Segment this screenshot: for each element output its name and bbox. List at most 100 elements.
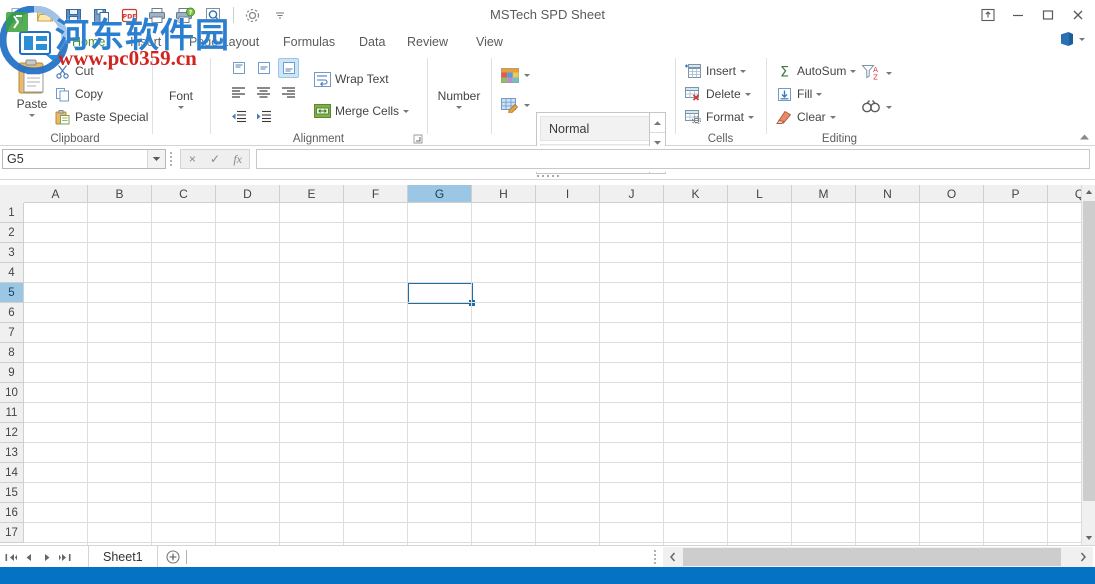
align-left-button[interactable] <box>228 82 249 102</box>
print-icon[interactable] <box>144 3 170 27</box>
column-header-i[interactable]: I <box>536 185 600 203</box>
cut-button[interactable]: Cut <box>52 60 94 82</box>
cell-styles-button[interactable] <box>500 94 530 116</box>
name-box[interactable]: G5 <box>2 149 166 169</box>
cell-area[interactable] <box>24 203 1081 545</box>
column-header-g[interactable]: G <box>408 185 472 203</box>
scroll-down-icon[interactable] <box>1082 531 1095 545</box>
row-header-8[interactable]: 8 <box>0 343 24 363</box>
scroll-right-icon[interactable] <box>1073 547 1093 567</box>
first-sheet-icon[interactable] <box>2 548 20 566</box>
number-button[interactable]: Number <box>433 88 485 109</box>
column-header-k[interactable]: K <box>664 185 728 203</box>
copy-button[interactable]: Copy <box>52 83 103 105</box>
wrap-text-button[interactable]: Wrap Text <box>312 68 389 90</box>
close-icon[interactable] <box>1063 2 1093 28</box>
confirm-entry-button[interactable]: ✓ <box>204 150 227 168</box>
horizontal-scrollbar[interactable] <box>663 547 1093 567</box>
column-header-h[interactable]: H <box>472 185 536 203</box>
row-header-14[interactable]: 14 <box>0 463 24 483</box>
column-header-l[interactable]: L <box>728 185 792 203</box>
sort-and-filter-button[interactable]: AZ <box>860 62 892 84</box>
last-sheet-icon[interactable] <box>56 548 74 566</box>
vertical-scrollbar[interactable] <box>1081 185 1095 545</box>
row-header-3[interactable]: 3 <box>0 243 24 263</box>
find-and-select-button[interactable] <box>860 96 892 118</box>
column-header-c[interactable]: C <box>152 185 216 203</box>
fill-handle[interactable] <box>469 300 475 306</box>
tab-data[interactable]: Data <box>351 30 393 54</box>
column-header-b[interactable]: B <box>88 185 152 203</box>
merge-cells-button[interactable]: Merge Cells <box>312 100 410 122</box>
save-icon[interactable] <box>60 3 86 27</box>
add-sheet-button[interactable] <box>158 546 188 568</box>
row-header-4[interactable]: 4 <box>0 263 24 283</box>
column-header-m[interactable]: M <box>792 185 856 203</box>
formula-input[interactable] <box>256 149 1090 169</box>
minimize-icon[interactable] <box>1003 2 1033 28</box>
align-middle-button[interactable] <box>253 58 274 78</box>
delete-cells-button[interactable]: Delete <box>683 83 751 105</box>
export-pdf-icon[interactable]: PDF <box>116 3 142 27</box>
row-header-15[interactable]: 15 <box>0 483 24 503</box>
insert-function-button[interactable]: fx <box>226 150 249 168</box>
tab-formulas[interactable]: Formulas <box>275 30 343 54</box>
selected-cell-g5[interactable] <box>407 282 473 304</box>
fill-button[interactable]: Fill <box>774 83 823 105</box>
alignment-dialog-launcher[interactable] <box>412 133 423 144</box>
align-top-button[interactable] <box>228 58 249 78</box>
row-header-12[interactable]: 12 <box>0 423 24 443</box>
tab-home[interactable]: Home <box>64 30 113 54</box>
column-header-f[interactable]: F <box>344 185 408 203</box>
tab-insert[interactable]: Insert <box>122 30 169 54</box>
tab-view[interactable]: View <box>468 30 511 54</box>
open-icon[interactable] <box>32 3 58 27</box>
save-as-icon[interactable] <box>88 3 114 27</box>
insert-cells-button[interactable]: Insert <box>683 60 747 82</box>
format-cells-button[interactable]: Format <box>683 106 755 128</box>
previous-sheet-icon[interactable] <box>20 548 38 566</box>
zoom-icon[interactable] <box>200 3 226 27</box>
tab-review[interactable]: Review <box>399 30 456 54</box>
collapse-ribbon-icon[interactable] <box>1077 130 1091 144</box>
scroll-left-icon[interactable] <box>663 547 683 567</box>
column-header-p[interactable]: P <box>984 185 1048 203</box>
font-button[interactable]: Font <box>158 88 204 109</box>
row-header-7[interactable]: 7 <box>0 323 24 343</box>
column-header-j[interactable]: J <box>600 185 664 203</box>
print-preview-icon[interactable]: ? <box>172 3 198 27</box>
column-header-d[interactable]: D <box>216 185 280 203</box>
row-header-1[interactable]: 1 <box>0 203 24 223</box>
align-bottom-button[interactable] <box>278 58 299 78</box>
row-header-17[interactable]: 17 <box>0 523 24 543</box>
styles-scroll-up-icon[interactable] <box>650 113 665 134</box>
row-header-13[interactable]: 13 <box>0 443 24 463</box>
vertical-scroll-thumb[interactable] <box>1083 201 1095 501</box>
settings-gear-icon[interactable] <box>239 3 265 27</box>
maximize-icon[interactable] <box>1033 2 1063 28</box>
row-header-5[interactable]: 5 <box>0 283 24 303</box>
paste-button[interactable]: Paste <box>6 58 58 117</box>
column-header-e[interactable]: E <box>280 185 344 203</box>
row-header-2[interactable]: 2 <box>0 223 24 243</box>
formula-bar-grip[interactable] <box>170 152 174 166</box>
column-header-o[interactable]: O <box>920 185 984 203</box>
clear-button[interactable]: Clear <box>774 106 836 128</box>
office-account-icon[interactable] <box>1059 31 1085 47</box>
increase-indent-button[interactable] <box>253 106 274 126</box>
align-right-button[interactable] <box>278 82 299 102</box>
next-sheet-icon[interactable] <box>38 548 56 566</box>
horizontal-scroll-thumb[interactable] <box>683 548 1061 566</box>
customize-quick-access-icon[interactable] <box>267 3 293 27</box>
horizontal-scroll-grip[interactable] <box>654 550 658 564</box>
style-item-normal[interactable]: Normal <box>540 116 656 141</box>
sheet-tab-sheet1[interactable]: Sheet1 <box>88 546 158 568</box>
name-box-dropdown-icon[interactable] <box>147 150 165 168</box>
autosum-button[interactable]: Σ AutoSum <box>774 60 857 82</box>
row-header-10[interactable]: 10 <box>0 383 24 403</box>
ribbon-display-options-icon[interactable] <box>973 2 1003 28</box>
row-header-11[interactable]: 11 <box>0 403 24 423</box>
format-as-table-button[interactable] <box>500 64 530 86</box>
row-header-9[interactable]: 9 <box>0 363 24 383</box>
row-header-6[interactable]: 6 <box>0 303 24 323</box>
